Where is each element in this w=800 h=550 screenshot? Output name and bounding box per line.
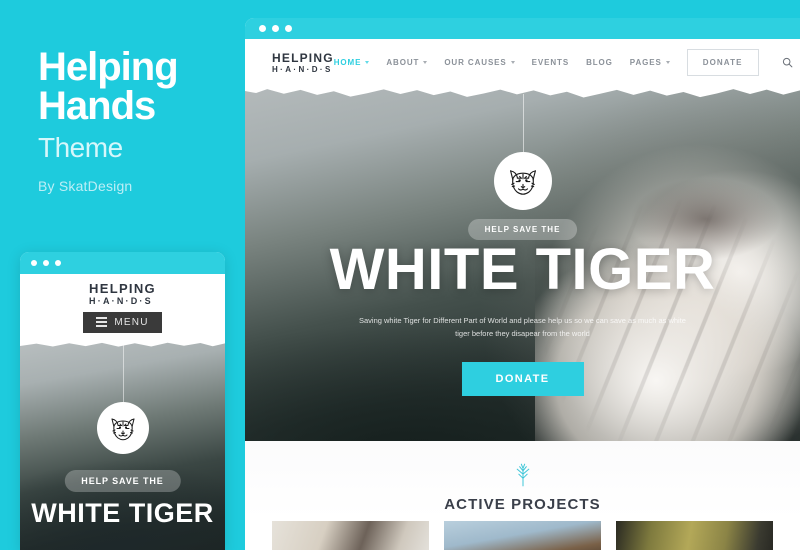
project-cards-row xyxy=(272,521,773,550)
mobile-hero-pill: HELP SAVE THE xyxy=(64,470,181,492)
project-card[interactable] xyxy=(272,521,429,550)
logo-main-text: HELPING xyxy=(89,280,156,296)
hero-lead-text: Saving white Tiger for Different Part of… xyxy=(359,316,686,339)
nav-donate-button[interactable]: DONATE xyxy=(686,49,759,76)
nav-label: HOME xyxy=(333,58,362,67)
tree-icon-wrap xyxy=(245,463,800,487)
hero-heading: WHITE TIGER xyxy=(329,237,716,302)
desktop-mockup: HELPING H·A·N·D·S HOME ABOUT OUR CAUSES … xyxy=(245,18,800,550)
project-card[interactable] xyxy=(444,521,601,550)
desktop-hero: HELP SAVE THE WHITE TIGER Saving white T… xyxy=(245,86,800,441)
nav-label: ABOUT xyxy=(386,58,420,67)
window-dot-icon xyxy=(272,25,279,32)
logo-sub-text: H·A·N·D·S xyxy=(89,295,153,306)
window-dot-icon xyxy=(259,25,266,32)
nav-item-blog[interactable]: BLOG xyxy=(586,58,613,67)
mobile-menu-button[interactable]: MENU xyxy=(83,311,162,333)
nav-item-pages[interactable]: PAGES xyxy=(630,58,670,67)
desktop-logo[interactable]: HELPING H·A·N·D·S xyxy=(272,52,334,74)
search-icon[interactable] xyxy=(782,57,793,68)
nav-item-events[interactable]: EVENTS xyxy=(532,58,569,67)
mobile-tiger-badge xyxy=(96,402,149,454)
window-dot-icon xyxy=(55,260,61,266)
window-dot-icon xyxy=(43,260,49,266)
promo-title-line2: Hands xyxy=(38,83,156,128)
hero-donate-button[interactable]: DONATE xyxy=(461,362,584,396)
primary-nav: HOME ABOUT OUR CAUSES EVENTS BLOG PAGES … xyxy=(334,49,793,76)
tree-icon xyxy=(516,463,529,487)
hanger-line xyxy=(122,344,124,402)
mobile-hero-heading: WHITE TIGER xyxy=(31,498,214,528)
promo-title: Helping Hands xyxy=(38,45,238,128)
desktop-browser-chrome xyxy=(245,18,800,39)
nav-label: OUR CAUSES xyxy=(444,58,507,67)
mobile-browser-chrome xyxy=(20,252,225,274)
nav-label: EVENTS xyxy=(531,58,570,67)
active-projects-title: ACTIVE PROJECTS xyxy=(444,496,601,513)
nav-item-about[interactable]: ABOUT xyxy=(386,58,428,67)
chevron-down-icon xyxy=(423,61,428,64)
chevron-down-icon xyxy=(510,61,515,64)
promo-author: By SkatDesign xyxy=(38,177,133,194)
hanger-line xyxy=(522,94,524,152)
nav-item-our-causes[interactable]: OUR CAUSES xyxy=(444,58,515,67)
chevron-down-icon xyxy=(665,61,670,64)
mobile-logo[interactable]: HELPING H·A·N·D·S xyxy=(89,282,156,306)
desktop-navbar: HELPING H·A·N·D·S HOME ABOUT OUR CAUSES … xyxy=(245,39,800,86)
showcase-canvas: Helping Hands Theme By SkatDesign HELPIN… xyxy=(0,0,800,550)
project-card[interactable] xyxy=(616,521,773,550)
promo-panel: Helping Hands Theme By SkatDesign xyxy=(38,45,238,194)
promo-title-line1: Helping xyxy=(38,45,179,89)
logo-sub-text: H·A·N·D·S xyxy=(272,64,333,74)
mobile-header: HELPING H·A·N·D·S MENU xyxy=(20,274,225,340)
hamburger-icon xyxy=(96,317,108,327)
promo-subtitle: Theme xyxy=(38,131,123,163)
nav-label: BLOG xyxy=(586,58,613,67)
tiger-face-icon xyxy=(509,170,536,195)
hero-tiger-badge xyxy=(493,152,552,210)
nav-item-home[interactable]: HOME xyxy=(334,58,370,67)
logo-main-text: HELPING xyxy=(272,50,334,65)
window-dot-icon xyxy=(31,260,37,266)
chevron-down-icon xyxy=(365,61,370,64)
window-dot-icon xyxy=(285,25,292,32)
mobile-menu-label: MENU xyxy=(114,316,149,328)
mobile-mockup: HELPING H·A·N·D·S MENU HELP SAVE THE WHI… xyxy=(20,252,225,550)
mobile-hero: HELP SAVE THE WHITE TIGER xyxy=(20,340,225,550)
tiger-face-icon xyxy=(111,418,134,441)
nav-label: PAGES xyxy=(629,58,662,67)
active-projects-section: ACTIVE PROJECTS xyxy=(245,441,800,550)
